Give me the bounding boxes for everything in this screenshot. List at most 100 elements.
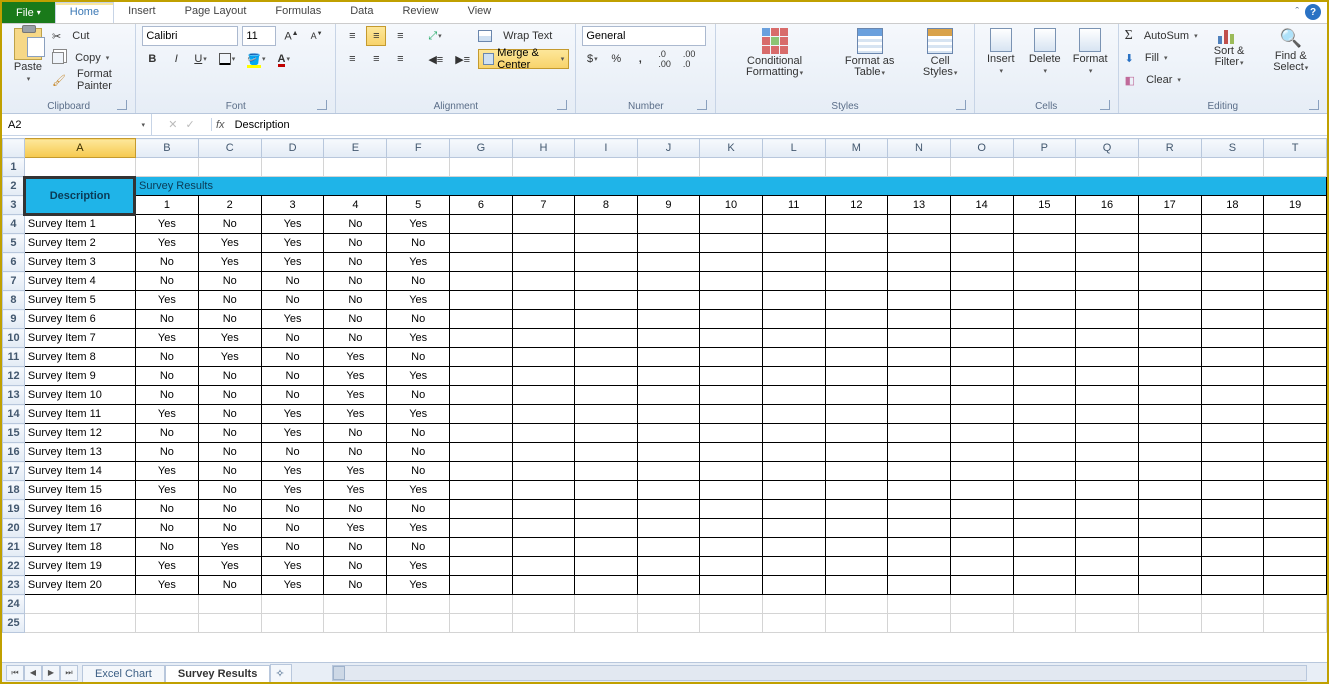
cell[interactable] <box>450 158 513 177</box>
cell[interactable] <box>135 614 198 633</box>
cell[interactable]: Survey Item 13 <box>24 443 135 462</box>
cell[interactable] <box>762 424 825 443</box>
cell[interactable]: No <box>324 310 387 329</box>
cell[interactable]: No <box>387 234 450 253</box>
cell[interactable]: No <box>135 272 198 291</box>
cell[interactable] <box>1013 481 1076 500</box>
column-header[interactable]: R <box>1138 139 1201 158</box>
cell[interactable] <box>1013 348 1076 367</box>
cell[interactable] <box>700 253 763 272</box>
cell[interactable] <box>1138 386 1201 405</box>
cell[interactable] <box>450 405 513 424</box>
cell[interactable] <box>1013 576 1076 595</box>
cell[interactable] <box>450 367 513 386</box>
cell[interactable] <box>825 519 888 538</box>
cell[interactable]: No <box>324 234 387 253</box>
cell[interactable] <box>700 443 763 462</box>
cell[interactable] <box>762 367 825 386</box>
cell[interactable] <box>387 595 450 614</box>
row-header[interactable]: 11 <box>3 348 25 367</box>
cell[interactable] <box>1138 253 1201 272</box>
cell[interactable]: Yes <box>324 348 387 367</box>
cell[interactable] <box>637 443 699 462</box>
cell[interactable] <box>825 500 888 519</box>
cell[interactable] <box>575 329 637 348</box>
minimize-ribbon-icon[interactable]: ˆ <box>1295 6 1299 18</box>
cell[interactable] <box>950 424 1013 443</box>
cell[interactable] <box>637 386 699 405</box>
row-header[interactable]: 7 <box>3 272 25 291</box>
new-sheet-button[interactable]: ✧ <box>270 664 292 682</box>
row-header[interactable]: 18 <box>3 481 25 500</box>
cell[interactable]: Yes <box>324 462 387 481</box>
cell[interactable] <box>825 481 888 500</box>
cell[interactable] <box>888 462 951 481</box>
cell[interactable] <box>888 234 951 253</box>
cell[interactable] <box>1138 595 1201 614</box>
cell[interactable] <box>387 158 450 177</box>
cell[interactable]: Survey Item 4 <box>24 272 135 291</box>
cell[interactable] <box>1201 519 1264 538</box>
column-header[interactable]: G <box>450 139 513 158</box>
menu-tab-formulas[interactable]: Formulas <box>261 2 336 23</box>
cell[interactable]: Survey Item 8 <box>24 348 135 367</box>
cell[interactable] <box>450 424 513 443</box>
cell[interactable]: 9 <box>637 196 699 215</box>
cell[interactable] <box>1138 405 1201 424</box>
cell[interactable] <box>512 462 575 481</box>
cell[interactable]: No <box>324 272 387 291</box>
cell[interactable] <box>1013 234 1076 253</box>
cell[interactable] <box>1264 158 1327 177</box>
cell[interactable] <box>950 538 1013 557</box>
cell[interactable] <box>1201 538 1264 557</box>
fill-color-button[interactable]: 🪣▾ <box>243 49 269 69</box>
align-right-button[interactable]: ≡ <box>390 49 410 69</box>
cell[interactable]: Yes <box>135 405 198 424</box>
cell[interactable] <box>888 310 951 329</box>
column-header[interactable]: K <box>700 139 763 158</box>
delete-cells-button[interactable]: Delete▾ <box>1025 26 1065 79</box>
paste-button[interactable]: Paste▾ <box>8 26 48 87</box>
cell[interactable]: Yes <box>324 386 387 405</box>
cell[interactable] <box>825 367 888 386</box>
cell[interactable] <box>950 329 1013 348</box>
menu-tab-home[interactable]: Home <box>55 2 114 23</box>
cell[interactable] <box>762 215 825 234</box>
cell[interactable] <box>1013 405 1076 424</box>
cell[interactable] <box>1138 272 1201 291</box>
cell[interactable]: Yes <box>261 405 324 424</box>
cell[interactable] <box>1013 329 1076 348</box>
cell[interactable]: Yes <box>261 234 324 253</box>
cell[interactable]: No <box>198 291 261 310</box>
cell[interactable]: No <box>198 272 261 291</box>
cell[interactable] <box>575 367 637 386</box>
cell[interactable]: No <box>198 367 261 386</box>
fx-icon[interactable]: fx <box>212 119 229 131</box>
cell[interactable] <box>888 329 951 348</box>
enter-formula-icon[interactable]: ✓ <box>186 118 195 131</box>
cell[interactable] <box>1264 329 1327 348</box>
border-button[interactable]: ▾ <box>215 49 240 69</box>
cell[interactable] <box>512 557 575 576</box>
cell[interactable]: 5 <box>387 196 450 215</box>
column-header[interactable]: H <box>512 139 575 158</box>
cell[interactable]: No <box>135 500 198 519</box>
cell[interactable] <box>261 614 324 633</box>
cell[interactable] <box>637 367 699 386</box>
cell[interactable] <box>762 253 825 272</box>
decrease-indent-button[interactable]: ◀≡ <box>424 49 447 69</box>
cell[interactable] <box>1264 595 1327 614</box>
cell[interactable]: No <box>135 443 198 462</box>
cell[interactable] <box>575 443 637 462</box>
cell[interactable] <box>575 291 637 310</box>
cell[interactable] <box>1076 538 1139 557</box>
cell[interactable]: Survey Item 9 <box>24 367 135 386</box>
cell[interactable] <box>1138 367 1201 386</box>
row-header[interactable]: 19 <box>3 500 25 519</box>
column-header[interactable]: N <box>888 139 951 158</box>
increase-font-button[interactable]: A▲ <box>280 26 302 46</box>
comma-button[interactable]: , <box>630 49 650 69</box>
row-header[interactable]: 9 <box>3 310 25 329</box>
cell[interactable]: No <box>324 424 387 443</box>
cell[interactable] <box>450 329 513 348</box>
